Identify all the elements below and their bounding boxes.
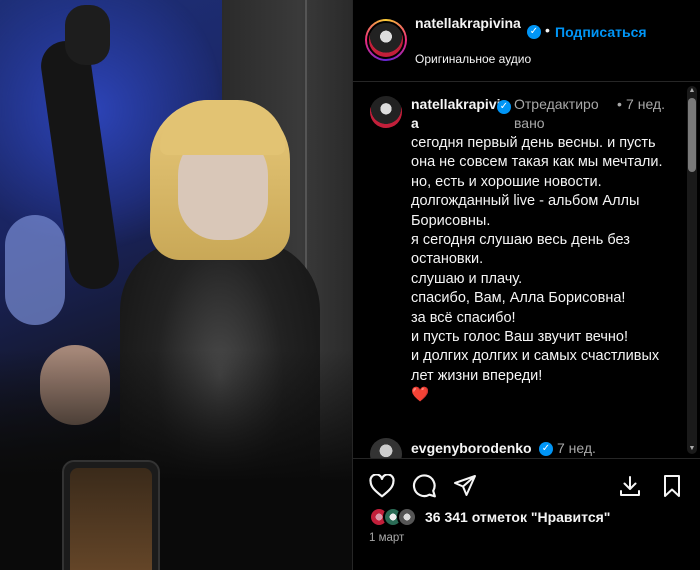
share-icon[interactable] bbox=[450, 471, 480, 501]
verified-badge-icon: ✓ bbox=[527, 25, 541, 39]
caption-author-avatar[interactable] bbox=[370, 96, 402, 128]
author-username[interactable]: natellakrapivina bbox=[415, 15, 535, 32]
download-icon[interactable] bbox=[615, 471, 645, 501]
commenter-avatar[interactable] bbox=[370, 438, 402, 458]
post-date[interactable]: 1 март bbox=[369, 532, 404, 544]
separator-dot: • bbox=[617, 96, 622, 112]
audience-member bbox=[5, 215, 65, 325]
audience-phone bbox=[62, 460, 160, 570]
caption-line: но, есть и хорошие новости. долгожданный… bbox=[411, 173, 640, 229]
caption-line: и долгих долгих и самых счастливых лет ж… bbox=[411, 348, 660, 384]
scroll-up-arrow-icon[interactable]: ▲ bbox=[688, 87, 696, 95]
comment-icon[interactable] bbox=[409, 471, 439, 501]
caption-line: слушаю и плачу. bbox=[411, 270, 523, 287]
post-header: natellakrapivina ✓ • Подписаться Оригина… bbox=[353, 0, 700, 82]
post-side-panel: natellakrapivina ✓ • Подписаться Оригина… bbox=[352, 0, 700, 570]
caption-line: за всё спасибо! bbox=[411, 309, 516, 326]
verified-badge-icon: ✓ bbox=[539, 442, 553, 456]
caption-timestamp[interactable]: 7 нед. bbox=[625, 95, 665, 114]
commenter-username[interactable]: evgenyborodenko bbox=[411, 440, 532, 456]
comments-scrollbar[interactable]: ▲ ▼ bbox=[687, 86, 697, 454]
comment-timestamp[interactable]: 7 нед. bbox=[557, 440, 596, 456]
caption-text: сегодня первый день весны. и пусть она н… bbox=[411, 134, 673, 406]
scroll-down-arrow-icon[interactable]: ▼ bbox=[688, 445, 696, 453]
verified-badge-icon: ✓ bbox=[497, 100, 511, 114]
edited-label: Отредактировано bbox=[514, 96, 599, 131]
actions-bar: 36 341 отметок "Нравится" 1 март bbox=[353, 458, 700, 570]
audio-label[interactable]: Оригинальное аудио bbox=[415, 52, 531, 66]
scrollbar-thumb[interactable] bbox=[688, 98, 696, 172]
separator-dot: • bbox=[545, 22, 550, 38]
post-media-video[interactable] bbox=[0, 0, 352, 570]
bookmark-icon[interactable] bbox=[657, 471, 687, 501]
follow-button[interactable]: Подписаться bbox=[555, 24, 647, 40]
audience-seats bbox=[0, 350, 352, 570]
heart-emoji: ❤️ bbox=[411, 387, 430, 404]
caption-username[interactable]: natellakrapivina bbox=[411, 95, 511, 133]
caption-line: спасибо, Вам, Алла Борисовна! bbox=[411, 290, 626, 307]
liker-avatar bbox=[397, 507, 417, 527]
likes-count[interactable]: 36 341 отметок "Нравится" bbox=[425, 509, 610, 525]
caption-line: я сегодня слушаю весь день без остановки… bbox=[411, 232, 630, 268]
author-avatar[interactable] bbox=[365, 19, 407, 61]
caption-line: и пусть голос Ваш звучит вечно! bbox=[411, 329, 629, 346]
raised-hand bbox=[65, 5, 110, 65]
heart-icon[interactable] bbox=[367, 471, 397, 501]
comments-section[interactable]: natellakrapivina ✓ Отредактировано • 7 н… bbox=[353, 82, 700, 458]
caption-line: сегодня первый день весны. и пусть она н… bbox=[411, 135, 663, 171]
